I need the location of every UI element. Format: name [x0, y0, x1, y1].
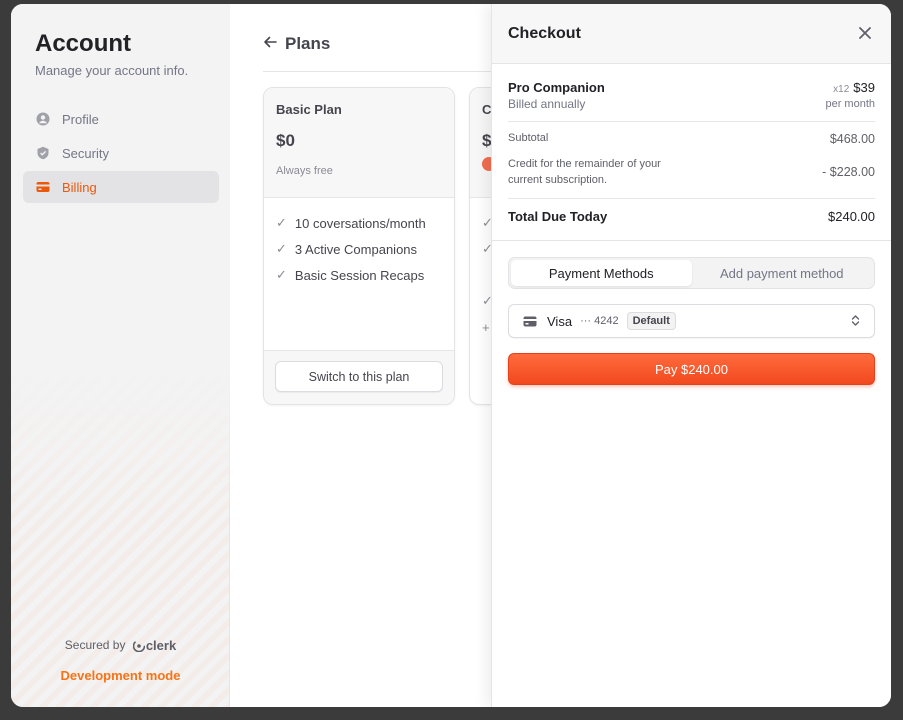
line-item: Pro Companion Billed annually x12 $39 per… [508, 80, 875, 111]
sidebar-item-security[interactable]: Security [23, 137, 219, 169]
sidebar-item-label: Security [62, 145, 109, 161]
card-brand: Visa [547, 313, 573, 329]
secured-by-text: Secured by [64, 638, 126, 652]
divider [508, 198, 875, 199]
chevron-up-down-icon [851, 314, 860, 329]
default-badge: Default [626, 312, 676, 330]
plan-card-footer: Switch to this plan [264, 350, 454, 404]
price-period: per month [825, 98, 875, 110]
subtotal-value: $468.00 [829, 132, 875, 146]
account-title: Account [35, 30, 131, 57]
plus-icon: + [482, 319, 490, 335]
plan-card-basic: Basic Plan $0 Always free ✓ 10 coversatio… [263, 87, 455, 405]
shield-icon [36, 146, 50, 160]
subtotal-label: Subtotal [508, 132, 549, 144]
sidebar-item-profile[interactable]: Profile [23, 103, 219, 135]
payment-method-select[interactable]: Visa ··· 4242 Default [508, 304, 875, 338]
tab-payment-methods[interactable]: Payment Methods [511, 260, 692, 286]
price-value: $39 [853, 80, 875, 95]
check-icon: ✓ [276, 267, 287, 282]
plan-price: x12 $39 [825, 80, 875, 95]
feature-label: 3 Active Companions [294, 241, 418, 257]
checkout-body: Pro Companion Billed annually x12 $39 per… [492, 64, 891, 385]
close-icon[interactable] [855, 23, 875, 44]
tab-add-payment-method[interactable]: Add payment method [692, 260, 873, 286]
account-modal: Account Manage your account info. Profil… [11, 4, 891, 707]
credit-label: Credit for the remainder of your current… [508, 158, 661, 186]
total-row: Total Due Today $240.00 [508, 209, 875, 224]
plan-price: $0 [276, 131, 295, 150]
secured-by-footer: Secured by clerk [11, 638, 230, 653]
clerk-logo-icon[interactable]: clerk [132, 638, 177, 654]
plan-name: Basic Plan [276, 102, 342, 117]
plan-name: Pro Companion [508, 80, 605, 95]
total-value: $240.00 [828, 209, 875, 224]
check-icon: ✓ [276, 215, 287, 230]
list-item: ✓ 10 coversations/month [276, 210, 442, 236]
payment-tabs: Payment Methods Add payment method [508, 257, 875, 289]
divider [508, 121, 875, 122]
check-icon: ✓ [276, 241, 287, 256]
credit-card-icon [36, 180, 50, 194]
subtotal-row: Subtotal $468.00 [508, 132, 875, 146]
divider [492, 240, 891, 241]
sidebar-item-billing[interactable]: Billing [23, 171, 219, 203]
feature-label: 10 coversations/month [294, 215, 426, 231]
billing-cycle: Billed annually [508, 97, 586, 111]
sidebar-background [11, 4, 230, 524]
checkout-title: Checkout [508, 24, 581, 42]
clerk-brand: clerk [145, 638, 177, 654]
development-mode-label: Development mode [60, 668, 181, 683]
checkout-drawer: Checkout Pro Companion Billed annually x… [491, 4, 891, 707]
credit-card-icon [523, 316, 537, 327]
sidebar: Account Manage your account info. Profil… [11, 4, 230, 707]
sidebar-item-label: Profile [62, 111, 99, 127]
credit-value: - $228.00 [822, 165, 875, 179]
total-label: Total Due Today [508, 209, 608, 224]
card-last4: ··· 4242 [580, 315, 619, 327]
list-item: ✓ Basic Session Recaps [276, 262, 442, 288]
feature-list: ✓ 10 coversations/month ✓ 3 Active Compani… [264, 198, 454, 288]
switch-plan-button[interactable]: Switch to this plan [275, 361, 443, 392]
plans-title: Plans [285, 34, 331, 53]
price-multiplier: x12 [833, 84, 850, 95]
pay-button[interactable]: Pay $240.00 [508, 353, 875, 385]
sidebar-item-label: Billing [62, 179, 97, 195]
checkout-header: Checkout [492, 4, 891, 64]
plans-header[interactable]: Plans [263, 34, 330, 54]
arrow-left-icon[interactable] [263, 35, 277, 53]
plan-note: Always free [276, 165, 333, 177]
feature-label: Basic Session Recaps [294, 267, 425, 283]
user-circle-icon [36, 112, 50, 126]
credit-row: Credit for the remainder of your current… [508, 156, 875, 188]
account-subtitle: Manage your account info. [35, 63, 189, 78]
list-item: ✓ 3 Active Companions [276, 236, 442, 262]
